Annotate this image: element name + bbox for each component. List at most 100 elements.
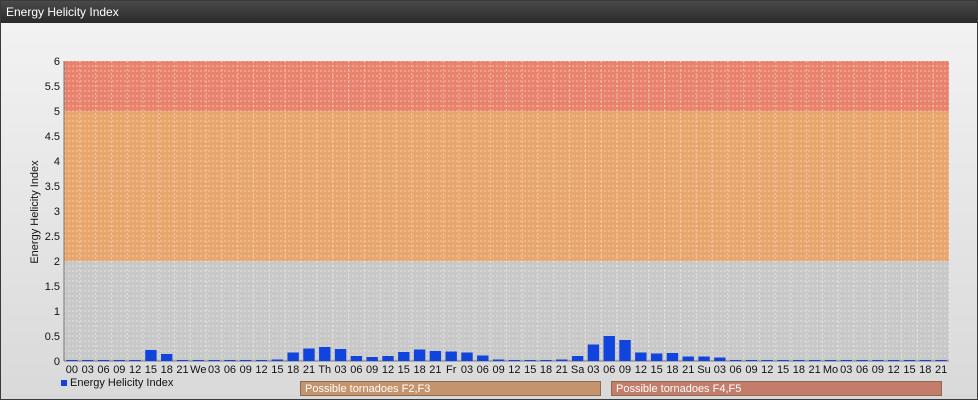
y-tick-label: 0.5 <box>45 331 60 343</box>
y-tick-label: 4 <box>54 156 60 168</box>
bar <box>903 360 916 361</box>
x-tick-label: 09 <box>619 364 631 376</box>
x-tick-label: 00 <box>66 364 78 376</box>
bar <box>145 350 157 361</box>
bar <box>240 360 252 361</box>
x-tick-label: 21 <box>556 364 568 376</box>
x-tick-label: 12 <box>508 364 520 376</box>
bar <box>334 349 347 361</box>
bar <box>698 356 710 361</box>
x-tick-label: 06 <box>603 364 615 376</box>
bar <box>935 360 947 361</box>
x-tick-label: 15 <box>398 364 410 376</box>
x-tick-label: 21 <box>682 364 694 376</box>
bar <box>872 360 884 361</box>
bar <box>429 351 442 361</box>
x-tick-label: 15 <box>777 364 789 376</box>
y-tick-label: 1.5 <box>45 281 60 293</box>
x-tick-label: 06 <box>350 364 362 376</box>
x-tick-label: 03 <box>208 364 220 376</box>
bar <box>556 359 568 361</box>
bar <box>129 360 141 361</box>
bar <box>445 351 457 361</box>
bar <box>666 353 679 361</box>
bar <box>793 360 805 361</box>
x-tick-label: We <box>190 364 206 376</box>
x-tick-label: 03 <box>714 364 726 376</box>
x-tick-label: Mo <box>823 364 838 376</box>
x-tick-label: Fr <box>446 364 457 376</box>
bar <box>603 336 615 361</box>
bar <box>287 352 299 361</box>
x-tick-label: 06 <box>856 364 868 376</box>
bar <box>176 360 189 361</box>
x-tick-label: 03 <box>82 364 94 376</box>
bar <box>97 360 110 361</box>
band-label-f4f5: Possible tornadoes F4,F5 <box>611 381 942 396</box>
x-tick-label: 09 <box>366 364 378 376</box>
legend: Energy Helicity Index <box>61 377 174 389</box>
y-tick-label: 6 <box>54 56 60 68</box>
y-tick-label: 5 <box>54 106 60 118</box>
bar <box>192 360 205 361</box>
x-tick-label: 15 <box>903 364 915 376</box>
x-tick-label: 03 <box>587 364 599 376</box>
bar <box>761 360 773 361</box>
x-tick-label: 18 <box>666 364 678 376</box>
bar <box>587 344 600 361</box>
bar <box>745 360 758 361</box>
x-tick-label: 06 <box>97 364 109 376</box>
bar <box>682 356 694 361</box>
x-tick-label: 21 <box>809 364 821 376</box>
y-tick-label: 1 <box>54 306 60 318</box>
x-tick-label: 09 <box>745 364 757 376</box>
x-tick-label: 09 <box>113 364 125 376</box>
bar <box>492 359 505 361</box>
bar <box>366 357 378 361</box>
x-tick-label: Sa <box>571 364 585 376</box>
bar <box>382 356 394 361</box>
x-tick-label: 21 <box>935 364 947 376</box>
y-tick-label: 4.5 <box>45 131 60 143</box>
x-tick-label: 18 <box>540 364 552 376</box>
x-tick-label: 03 <box>334 364 346 376</box>
x-tick-label: 21 <box>176 364 188 376</box>
bar <box>856 360 868 361</box>
bar <box>161 354 173 361</box>
bar <box>919 360 931 361</box>
x-tick-label: 18 <box>793 364 805 376</box>
y-tick-label: 3.5 <box>45 181 60 193</box>
bar <box>540 360 552 361</box>
bar <box>508 360 521 361</box>
x-tick-label: 12 <box>382 364 394 376</box>
bar <box>477 355 489 361</box>
bar <box>887 360 900 361</box>
bar <box>808 360 821 361</box>
bar <box>524 360 536 361</box>
x-tick-label: 12 <box>888 364 900 376</box>
bar <box>571 356 584 361</box>
bar <box>461 352 473 361</box>
x-tick-label: 12 <box>255 364 267 376</box>
y-tick-label: 3 <box>54 206 60 218</box>
x-tick-label: 06 <box>730 364 742 376</box>
bar <box>729 360 742 361</box>
bar <box>714 357 726 361</box>
x-tick-label: 09 <box>872 364 884 376</box>
x-tick-label: 18 <box>287 364 299 376</box>
bar <box>255 360 268 361</box>
bar <box>824 360 837 361</box>
bar <box>66 360 78 361</box>
x-tick-label: 09 <box>240 364 252 376</box>
bar <box>224 360 236 361</box>
bar <box>303 348 315 361</box>
x-tick-label: 06 <box>224 364 236 376</box>
y-tick-label: 5.5 <box>45 81 60 93</box>
y-axis-label: Energy Helicity Index <box>29 160 41 264</box>
bar <box>840 360 852 361</box>
bar <box>82 360 94 361</box>
x-tick-label: 18 <box>919 364 931 376</box>
bar <box>619 340 631 361</box>
x-tick-label: 18 <box>161 364 173 376</box>
x-tick-label: Su <box>697 364 710 376</box>
